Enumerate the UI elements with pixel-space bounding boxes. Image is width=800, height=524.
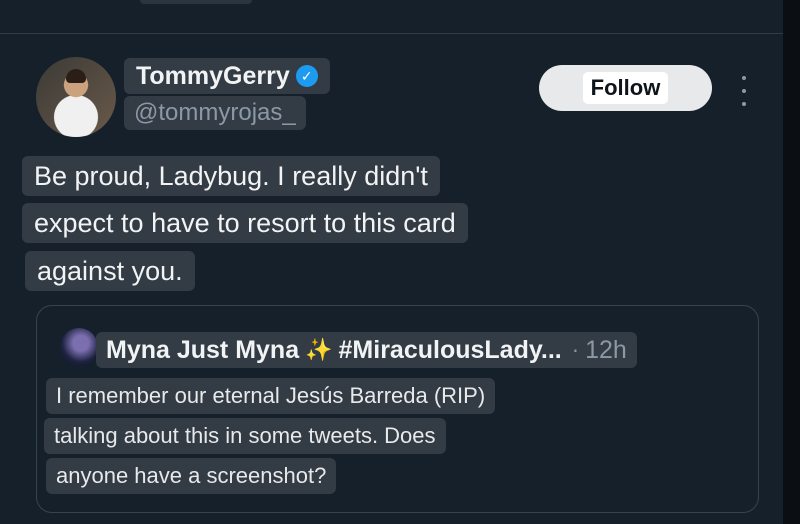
quoted-author-name[interactable]: Myna Just Myna <box>106 336 299 365</box>
author-name[interactable]: TommyGerry ✓ <box>124 58 330 94</box>
scrollbar-track[interactable] <box>783 0 800 524</box>
quoted-text-line: I remember our eternal Jesús Barreda (RI… <box>46 378 496 414</box>
tweet-text-line: expect to have to resort to this card <box>22 203 468 243</box>
author-handle[interactable]: @tommyrojas_ <box>124 96 306 130</box>
tweet-card: TommyGerry ✓ @tommyrojas_ Follow Be prou… <box>0 0 783 524</box>
quoted-author-avatar[interactable] <box>60 328 98 366</box>
sparkles-icon: ✨ <box>305 337 333 362</box>
quoted-text-line: talking about this in some tweets. Does <box>44 418 446 454</box>
tweet-text-line: against you. <box>25 251 195 291</box>
quoted-tweet-header: Myna Just Myna ✨ #MiraculousLady... · 12… <box>96 332 637 368</box>
follow-button-label: Follow <box>582 72 669 104</box>
follow-button[interactable]: Follow <box>539 65 712 111</box>
tweet-text-line: Be proud, Ladybug. I really didn't <box>22 156 440 196</box>
author-avatar[interactable] <box>36 57 116 137</box>
verified-badge-icon: ✓ <box>295 65 318 87</box>
divider <box>0 33 783 34</box>
previous-tweet-remnant <box>140 0 252 4</box>
quoted-text-line: anyone have a screenshot? <box>46 458 337 494</box>
more-options-icon[interactable] <box>734 76 754 106</box>
separator-dot: · <box>571 337 580 362</box>
author-name-text: TommyGerry <box>136 61 290 90</box>
quoted-author-hashtag: #MiraculousLady... <box>338 335 562 364</box>
quoted-timestamp[interactable]: 12h <box>585 336 627 365</box>
